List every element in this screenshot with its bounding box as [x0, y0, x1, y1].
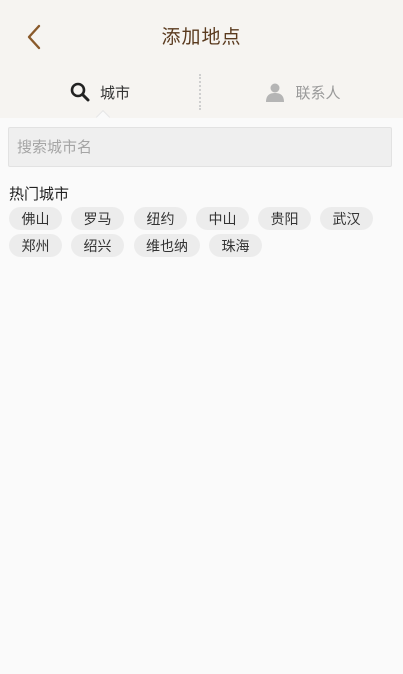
city-chip-foshan[interactable]: 佛山	[9, 207, 62, 230]
city-chip-rome[interactable]: 罗马	[71, 207, 124, 230]
city-chip-shaoxing[interactable]: 绍兴	[71, 234, 124, 257]
city-chip-vienna[interactable]: 维也纳	[134, 234, 200, 257]
tab-contacts-label: 联系人	[295, 83, 341, 102]
city-chip-newyork[interactable]: 纽约	[134, 207, 187, 230]
tab-city[interactable]: 城市	[0, 66, 200, 118]
header-bar: 添加地点	[0, 0, 403, 66]
tab-contacts[interactable]: 联系人	[203, 66, 403, 118]
hot-cities-title: 热门城市	[9, 185, 70, 203]
city-chip-zhuhai[interactable]: 珠海	[209, 234, 262, 257]
tab-bar: 城市 联系人	[0, 66, 403, 118]
city-search-input[interactable]	[8, 127, 392, 167]
city-chip-zhengzhou[interactable]: 郑州	[9, 234, 62, 257]
tab-city-label: 城市	[99, 83, 130, 102]
search-icon	[70, 82, 90, 102]
add-location-screen: 添加地点 城市 联系人 热门城市 佛山 罗马 纽约 中山 贵阳 武汉 郑州 绍兴	[0, 0, 403, 674]
page-title: 添加地点	[161, 26, 242, 48]
city-chip-wuhan[interactable]: 武汉	[320, 207, 373, 230]
city-chip-zhongshan[interactable]: 中山	[196, 207, 249, 230]
person-icon	[266, 83, 285, 102]
tab-divider	[199, 74, 201, 110]
city-chip-guiyang[interactable]: 贵阳	[258, 207, 311, 230]
